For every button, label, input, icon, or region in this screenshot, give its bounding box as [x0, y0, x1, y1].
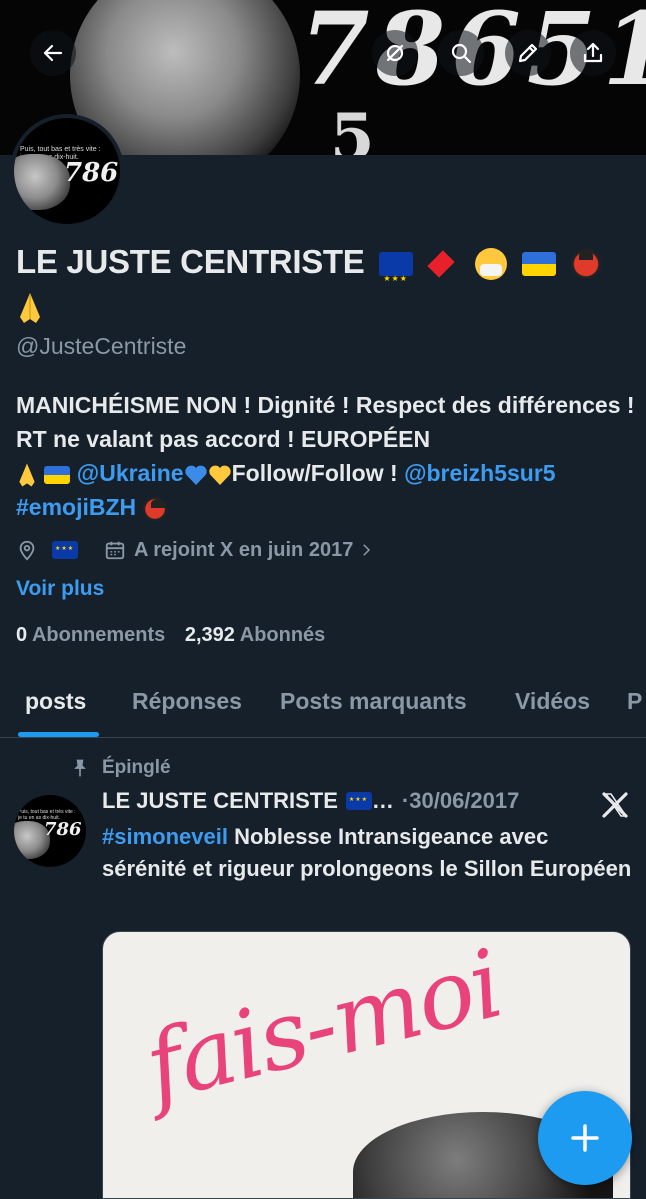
profile-handle: @JusteCentriste: [16, 333, 187, 359]
ladybug-icon: [570, 249, 601, 280]
avatar-number: 786: [44, 819, 82, 840]
chevron-right-icon: [363, 544, 371, 556]
share-button[interactable]: [570, 30, 616, 76]
hide-reply-icon: [386, 44, 404, 62]
praying-hands-icon: [16, 291, 44, 325]
bio-follow-text: Follow/Follow !: [231, 460, 398, 486]
pinned-label: Épinglé: [70, 757, 171, 779]
avatar-number: 786: [64, 158, 119, 188]
post-dot: ·: [401, 788, 410, 813]
x-logo-icon: [602, 792, 628, 818]
mute-button[interactable]: [372, 30, 418, 76]
back-arrow-icon: [43, 44, 63, 62]
eu-flag-icon: [379, 252, 414, 301]
follow-stats: 0 Abonnements 2,392 Abonnés: [16, 624, 325, 647]
followers-link[interactable]: 2,392 Abonnés: [185, 624, 325, 646]
see-more-link[interactable]: Voir plus: [16, 577, 104, 601]
edit-button[interactable]: [505, 30, 551, 76]
post-author-ellipsis: …: [371, 788, 394, 813]
location-icon: [19, 540, 35, 561]
simoneveil-hashtag-link[interactable]: #simoneveil: [102, 824, 228, 849]
eu-flag-icon: [52, 541, 78, 559]
plus-icon: [571, 1124, 599, 1152]
post-date[interactable]: 30/06/2017: [409, 788, 519, 814]
tab-posts[interactable]: posts: [25, 688, 86, 715]
ladybug-icon: [142, 496, 167, 521]
yellow-heart-icon: [208, 465, 231, 485]
praying-hands-icon: [16, 462, 38, 488]
back-button[interactable]: [30, 30, 76, 76]
ukraine-mention-link[interactable]: @Ukraine: [77, 460, 184, 486]
profile-tabs: posts Réponses Posts marquants Vidéos P: [0, 672, 646, 738]
profile-avatar[interactable]: Puis, tout bas et très vite : je tu en a…: [10, 114, 124, 228]
tab-overflow[interactable]: P: [627, 688, 642, 715]
emojibzh-hashtag-link[interactable]: #emojiBZH: [16, 494, 136, 520]
share-icon: [583, 42, 603, 63]
post-image-title: fais-moi: [135, 931, 512, 1124]
tab-highlights[interactable]: Posts marquants: [280, 688, 467, 715]
search-button[interactable]: [438, 30, 484, 76]
ukraine-flag-icon: [44, 465, 71, 484]
profile-bio: MANICHÉISME NON ! Dignité ! Respect des …: [16, 388, 636, 524]
following-link[interactable]: 0 Abonnements: [16, 624, 165, 646]
edit-icon: [518, 43, 538, 63]
breizh-mention-link[interactable]: @breizh5sur5: [404, 460, 556, 486]
avatar-fist-image: [14, 154, 70, 210]
search-icon: [451, 43, 472, 64]
eu-flag-icon: [345, 792, 372, 810]
profile-name: LE JUSTE CENTRISTE: [16, 240, 636, 328]
red-diamond-icon: [427, 250, 455, 278]
calendar-icon: [105, 541, 125, 560]
banner-digits-lower: 5: [330, 100, 375, 155]
pin-icon: [74, 759, 86, 777]
blue-heart-icon: [184, 465, 207, 485]
ukraine-flag-icon: [521, 252, 556, 277]
tab-replies[interactable]: Réponses: [132, 688, 242, 715]
post-header: LE JUSTE CENTRISTE … · 30/06/2017: [102, 788, 519, 814]
active-tab-indicator: [18, 732, 99, 737]
joined-date[interactable]: A rejoint X en juin 2017: [134, 539, 353, 562]
profile-name-text: LE JUSTE CENTRISTE: [16, 243, 365, 280]
post-author-avatar[interactable]: Puis, tout bas et très vite : je tu en a…: [14, 795, 86, 867]
mask-face-icon: [475, 248, 508, 281]
profile-meta: A rejoint X en juin 2017: [16, 535, 375, 565]
post-author-name[interactable]: LE JUSTE CENTRISTE: [102, 788, 338, 814]
compose-post-button[interactable]: [538, 1091, 632, 1185]
bio-text: MANICHÉISME NON ! Dignité ! Respect des …: [16, 392, 635, 452]
tab-videos[interactable]: Vidéos: [515, 688, 590, 715]
post-text: #simoneveil Noblesse Intransigeance avec…: [102, 821, 632, 885]
